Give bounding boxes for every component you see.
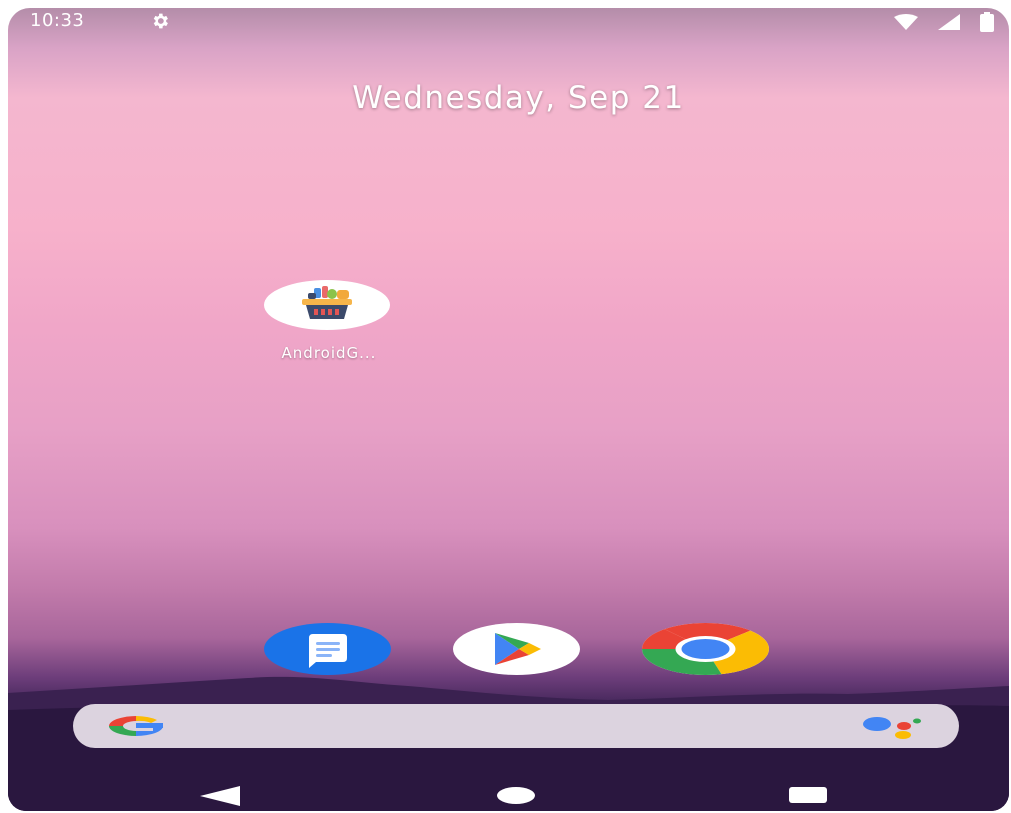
home-icon[interactable] [497, 787, 535, 804]
battery-icon [980, 12, 994, 32]
navigation-bar [8, 768, 1009, 811]
date-widget[interactable]: Wednesday, Sep 21 [8, 80, 1009, 116]
wifi-icon [894, 14, 918, 30]
google-assistant-icon[interactable] [863, 715, 933, 739]
play-store-icon [495, 633, 541, 665]
app-label[interactable]: AndroidG... [249, 344, 409, 362]
app-shortcut[interactable]: AndroidG... [263, 280, 393, 370]
chrome-icon [642, 623, 769, 675]
recents-icon[interactable] [789, 787, 827, 803]
app-icon-circle[interactable] [264, 280, 390, 330]
settings-gear-icon [153, 13, 168, 29]
chrome-app[interactable] [642, 623, 769, 675]
cellular-signal-icon [938, 14, 960, 30]
google-g-icon[interactable] [105, 712, 167, 740]
grocery-basket-icon [302, 286, 352, 319]
google-search-bar[interactable] [73, 704, 959, 748]
messages-icon [309, 634, 347, 668]
home-screen: 10:33 Wednesday, Sep 21 AndroidG... [8, 8, 1009, 811]
back-icon[interactable] [200, 786, 240, 806]
status-time: 10:33 [30, 10, 85, 31]
play-store-app[interactable] [453, 623, 580, 675]
messages-app[interactable] [264, 623, 391, 675]
status-bar: 10:33 [8, 8, 1009, 38]
